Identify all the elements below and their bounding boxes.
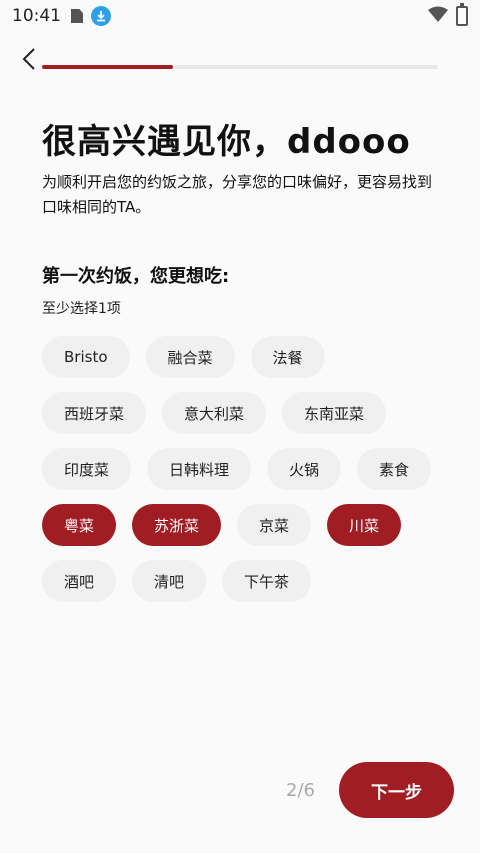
- chip-row: Bristo 融合菜 法餐: [42, 336, 462, 378]
- question-hint: 至少选择1项: [42, 301, 121, 317]
- cuisine-chip[interactable]: 川菜: [327, 504, 402, 546]
- page-title: 很高兴遇见你，ddooo: [42, 122, 411, 162]
- cuisine-chip[interactable]: 清吧: [132, 560, 207, 602]
- download-icon: [91, 6, 111, 26]
- cuisine-chip[interactable]: 素食: [357, 448, 432, 490]
- cuisine-chip[interactable]: 融合菜: [145, 336, 235, 378]
- cuisine-chip[interactable]: 火锅: [267, 448, 342, 490]
- cuisine-chip[interactable]: 日韩料理: [147, 448, 252, 490]
- next-button[interactable]: 下一步: [339, 762, 454, 818]
- page-description: 为顺利开启您的约饭之旅，分享您的口味偏好，更容易找到口味相同的TA。: [42, 173, 433, 216]
- back-button[interactable]: [14, 44, 44, 74]
- sim-card-icon: [71, 9, 83, 23]
- chip-row: 印度菜 日韩料理 火锅 素食: [42, 448, 462, 490]
- cuisine-chip[interactable]: 意大利菜: [162, 392, 267, 434]
- question-title: 第一次约饭，您更想吃:: [42, 266, 230, 287]
- status-bar: 10:41: [0, 0, 480, 32]
- cuisine-chip[interactable]: Bristo: [42, 336, 130, 378]
- cuisine-chip[interactable]: 下午茶: [222, 560, 312, 602]
- battery-icon: [456, 3, 468, 26]
- cuisine-chip[interactable]: 苏浙菜: [132, 504, 222, 546]
- chip-row: 粤菜 苏浙菜 京菜 川菜: [42, 504, 462, 546]
- step-indicator: 2/6: [286, 780, 315, 801]
- cuisine-chip[interactable]: 酒吧: [42, 560, 117, 602]
- cuisine-chip[interactable]: 东南亚菜: [282, 392, 387, 434]
- progress-fill: [42, 65, 173, 69]
- wifi-icon: [428, 6, 448, 26]
- cuisine-chip[interactable]: 法餐: [250, 336, 325, 378]
- chip-row: 西班牙菜 意大利菜 东南亚菜: [42, 392, 462, 434]
- chip-row: 酒吧 清吧 下午茶: [42, 560, 462, 602]
- cuisine-chip[interactable]: 西班牙菜: [42, 392, 147, 434]
- cuisine-chip[interactable]: 粤菜: [42, 504, 117, 546]
- cuisine-chip[interactable]: 京菜: [237, 504, 312, 546]
- progress-bar: [42, 65, 438, 69]
- chevron-left-icon: [22, 48, 35, 70]
- status-right-icons: [428, 3, 468, 26]
- cuisine-chip[interactable]: 印度菜: [42, 448, 132, 490]
- cuisine-options: Bristo 融合菜 法餐 西班牙菜 意大利菜 东南亚菜 印度菜 日韩料理 火锅 素食 粤菜 苏浙菜京…: [42, 336, 462, 616]
- status-time: 10:41: [12, 6, 61, 26]
- status-left-icons: [71, 6, 111, 26]
